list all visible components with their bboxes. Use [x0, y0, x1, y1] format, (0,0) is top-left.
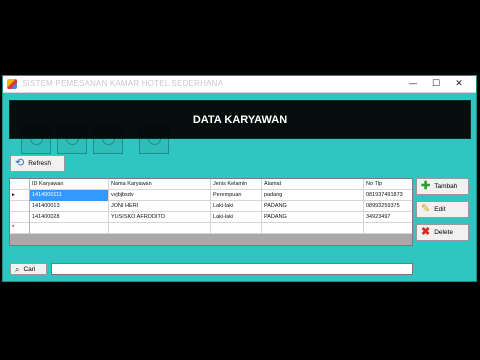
- table-cell[interactable]: 081937491873: [364, 190, 412, 201]
- table-cell[interactable]: 141400013: [30, 201, 109, 212]
- table-cell[interactable]: PADANG: [262, 212, 364, 223]
- table-cell[interactable]: [211, 223, 262, 234]
- search-button[interactable]: ⌕ Cari: [10, 263, 47, 275]
- table-cell[interactable]: [262, 223, 364, 234]
- table-cell[interactable]: 08993259375: [364, 201, 412, 212]
- user-avatar-icon: [139, 126, 169, 154]
- row-marker: ▸: [10, 190, 30, 201]
- minimize-button[interactable]: —: [404, 77, 422, 91]
- window-title: SISTEM PEMESANAN KAMAR HOTEL SEDERHANA: [22, 79, 224, 88]
- refresh-label: Refresh: [28, 160, 51, 167]
- tambah-label: Tambah: [434, 183, 458, 190]
- table-cell[interactable]: 34923497: [364, 212, 412, 223]
- row-marker: [10, 201, 30, 212]
- app-logo-icon: [7, 79, 17, 89]
- column-header[interactable]: No Tlp: [364, 179, 412, 190]
- table-cell[interactable]: [364, 223, 412, 234]
- delete-button[interactable]: ✖ Delete: [416, 224, 469, 241]
- new-row[interactable]: *: [10, 223, 412, 234]
- row-marker: [10, 212, 30, 223]
- table-header-row: ID Karyawan Nama Karyawan Jenis Kelamin …: [10, 179, 412, 190]
- table-row[interactable]: ▸ 1414000111 vvjbjbsdv Perempuan padang …: [10, 190, 412, 201]
- column-header[interactable]: Nama Karyawan: [109, 179, 211, 190]
- delete-label: Delete: [434, 229, 454, 236]
- table-cell[interactable]: 141400028: [30, 212, 109, 223]
- table-cell[interactable]: 1414000111: [30, 190, 109, 201]
- column-header[interactable]: ID Karyawan: [30, 179, 109, 190]
- user-avatar-icon: [93, 126, 123, 154]
- table-cell[interactable]: padang: [262, 190, 364, 201]
- maximize-button[interactable]: ☐: [427, 77, 445, 91]
- table-cell[interactable]: YUSISKO AFRODITO: [109, 212, 211, 223]
- column-header[interactable]: Jenis Kelamin: [211, 179, 262, 190]
- row-header-cell: [10, 179, 30, 190]
- column-header[interactable]: Alamat: [262, 179, 364, 190]
- table-row[interactable]: 141400013 JONI HERI Laki-laki PADANG 089…: [10, 201, 412, 212]
- table-cell[interactable]: Perempuan: [211, 190, 262, 201]
- delete-icon: ✖: [421, 226, 431, 238]
- close-button[interactable]: ✕: [450, 77, 468, 91]
- table-cell[interactable]: [109, 223, 211, 234]
- refresh-button[interactable]: ⟲ Refresh: [10, 155, 65, 172]
- row-marker: *: [10, 223, 30, 234]
- employee-table[interactable]: ID Karyawan Nama Karyawan Jenis Kelamin …: [9, 178, 413, 246]
- table-cell[interactable]: JONI HERI: [109, 201, 211, 212]
- table-cell[interactable]: Laki-laki: [211, 201, 262, 212]
- user-avatar-icon: [57, 126, 87, 154]
- edit-label: Edit: [434, 206, 446, 213]
- search-label: Cari: [23, 265, 36, 273]
- plus-icon: ✚: [421, 180, 431, 192]
- table-cell[interactable]: [30, 223, 109, 234]
- title-bar: SISTEM PEMESANAN KAMAR HOTEL SEDERHANA —…: [3, 76, 476, 93]
- table-cell[interactable]: vvjbjbsdv: [109, 190, 211, 201]
- search-input[interactable]: [51, 263, 413, 275]
- edit-button[interactable]: ✎ Edit: [416, 201, 469, 218]
- search-icon: ⌕: [15, 264, 20, 274]
- table-cell[interactable]: Laki-laki: [211, 212, 262, 223]
- user-avatar-icon: [21, 126, 51, 154]
- edit-icon: ✎: [421, 203, 431, 215]
- table-cell[interactable]: PADANG: [262, 201, 364, 212]
- app-window: SISTEM PEMESANAN KAMAR HOTEL SEDERHANA —…: [2, 75, 477, 282]
- refresh-icon: ⟲: [15, 157, 25, 169]
- table-row[interactable]: 141400028 YUSISKO AFRODITO Laki-laki PAD…: [10, 212, 412, 223]
- tambah-button[interactable]: ✚ Tambah: [416, 178, 469, 195]
